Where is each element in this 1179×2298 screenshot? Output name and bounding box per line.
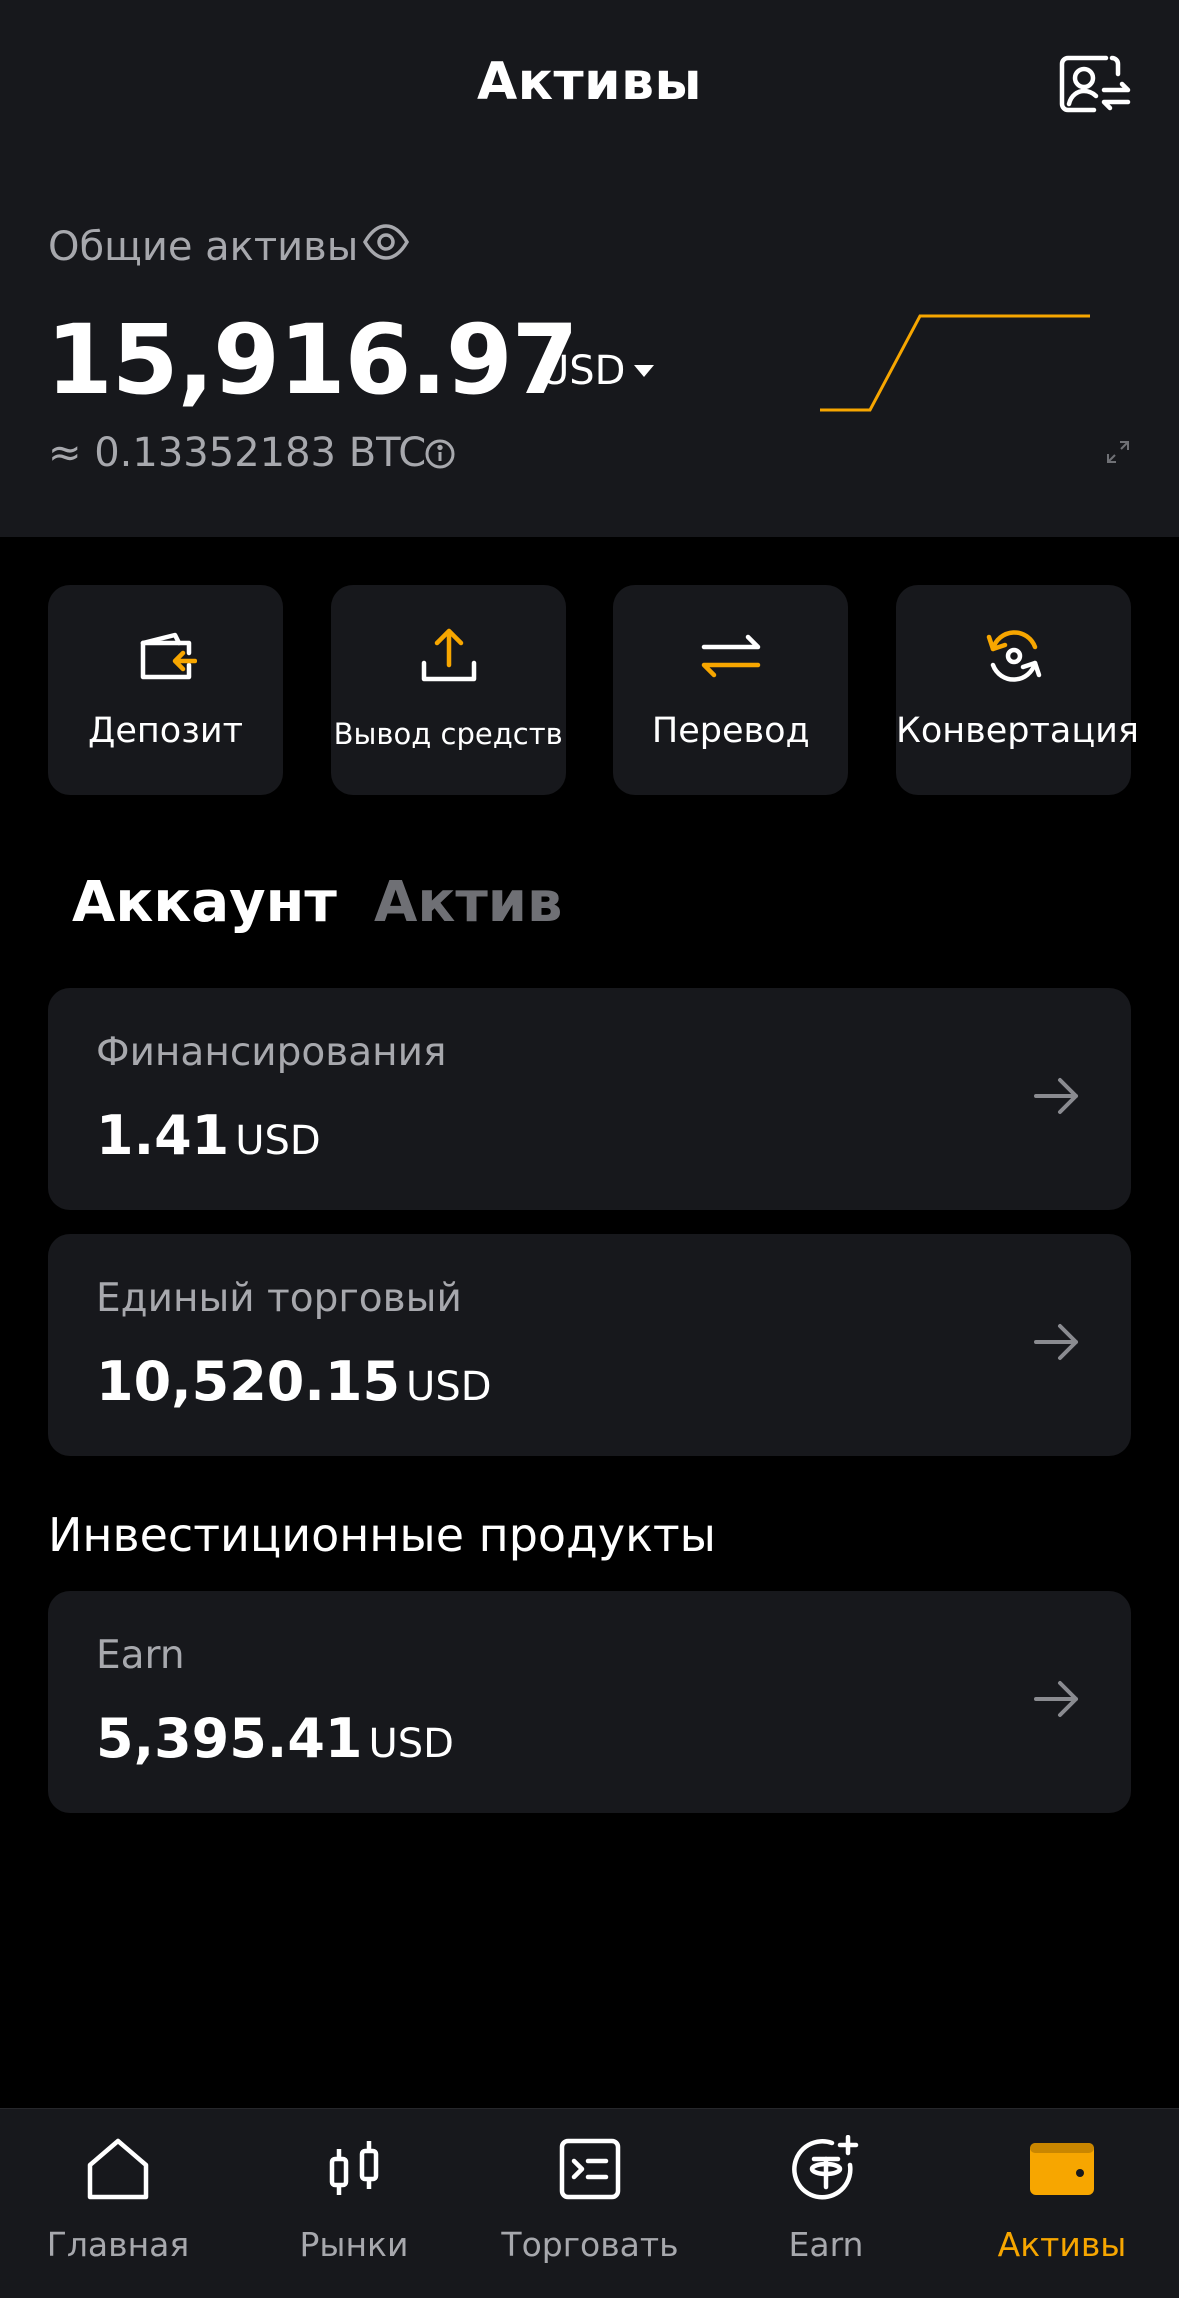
balance-sparkline[interactable] <box>820 300 1090 420</box>
currency-label: USD <box>540 348 626 394</box>
earn-card[interactable]: Earn 5,395.41 USD <box>48 1591 1131 1813</box>
quick-actions: Депозит Вывод средств Перевод Конвертаци… <box>48 585 1139 795</box>
card-title: Единый торговый <box>96 1276 462 1321</box>
tab-account[interactable]: Аккаунт <box>72 870 337 935</box>
card-amount: 10,520.15 USD <box>96 1350 492 1413</box>
amount-unit: USD <box>235 1118 321 1164</box>
eye-icon[interactable] <box>362 220 410 264</box>
transfer-arrows-icon <box>702 634 761 678</box>
nav-label: Торговать <box>501 2225 679 2264</box>
arrow-right-icon <box>1034 1324 1078 1360</box>
sparkline-series <box>820 314 1090 412</box>
card-amount: 1.41 USD <box>96 1104 321 1167</box>
home-icon <box>87 2138 149 2200</box>
trade-terminal-icon <box>559 2138 621 2200</box>
amount-value: 1.41 <box>96 1104 230 1167</box>
card-amount: 5,395.41 USD <box>96 1707 454 1770</box>
convert-label: Конвертация <box>895 711 1139 751</box>
convert-button[interactable]: Конвертация <box>895 585 1139 795</box>
earn-coin-icon <box>792 2135 859 2200</box>
amount-value: 10,520.15 <box>96 1350 401 1413</box>
nav-markets[interactable]: Рынки <box>236 2109 472 2298</box>
btc-equivalent: ≈ 0.13352183 BTC <box>48 430 427 476</box>
nav-label: Главная <box>46 2225 190 2264</box>
expand-icon[interactable] <box>1106 440 1130 464</box>
card-title: Финансирования <box>96 1030 447 1075</box>
deposit-label: Депозит <box>88 711 243 751</box>
transfer-button[interactable]: Перевод <box>613 585 849 795</box>
info-icon[interactable] <box>424 438 456 470</box>
nav-trade[interactable]: Торговать <box>472 2109 708 2298</box>
amount-value: 5,395.41 <box>96 1707 363 1770</box>
card-title: Earn <box>96 1633 185 1678</box>
amount-unit: USD <box>368 1721 454 1767</box>
page-title: Активы <box>476 52 703 112</box>
wallet-deposit-icon <box>140 632 197 680</box>
funding-account-card[interactable]: Финансирования 1.41 USD <box>48 988 1131 1210</box>
assets-header: Активы Общие активы 15,916.97 USD ≈ 0.13… <box>0 0 1179 537</box>
withdraw-button[interactable]: Вывод средств <box>330 585 566 795</box>
arrow-right-icon <box>1034 1078 1078 1114</box>
wallet-icon <box>1030 2143 1094 2195</box>
arrow-right-icon <box>1034 1681 1078 1717</box>
total-assets-value: 15,916.97 <box>46 304 579 416</box>
candlestick-icon <box>329 2141 379 2195</box>
nav-earn[interactable]: Earn <box>708 2109 944 2298</box>
currency-select[interactable]: USD <box>540 348 655 394</box>
caret-down-icon <box>634 365 655 377</box>
bottom-navigation: Главная Рынки Торговать Earn Активы <box>0 2108 1179 2298</box>
nav-home[interactable]: Главная <box>0 2109 236 2298</box>
amount-unit: USD <box>406 1364 492 1410</box>
total-assets-label: Общие активы <box>48 224 359 270</box>
nav-label: Рынки <box>299 2225 409 2264</box>
nav-label: Активы <box>997 2225 1127 2264</box>
transfer-label: Перевод <box>651 711 810 751</box>
investment-products-heading: Инвестиционные продукты <box>48 1508 716 1562</box>
convert-icon <box>986 630 1042 682</box>
nav-label: Earn <box>788 2225 864 2264</box>
nav-assets[interactable]: Активы <box>944 2109 1179 2298</box>
user-switch-icon[interactable] <box>1056 52 1132 116</box>
unified-trading-account-card[interactable]: Единый торговый 10,520.15 USD <box>48 1234 1131 1456</box>
tab-asset[interactable]: Актив <box>374 870 562 935</box>
deposit-button[interactable]: Депозит <box>48 585 283 795</box>
upload-icon <box>421 628 476 682</box>
withdraw-label: Вывод средств <box>333 717 563 751</box>
